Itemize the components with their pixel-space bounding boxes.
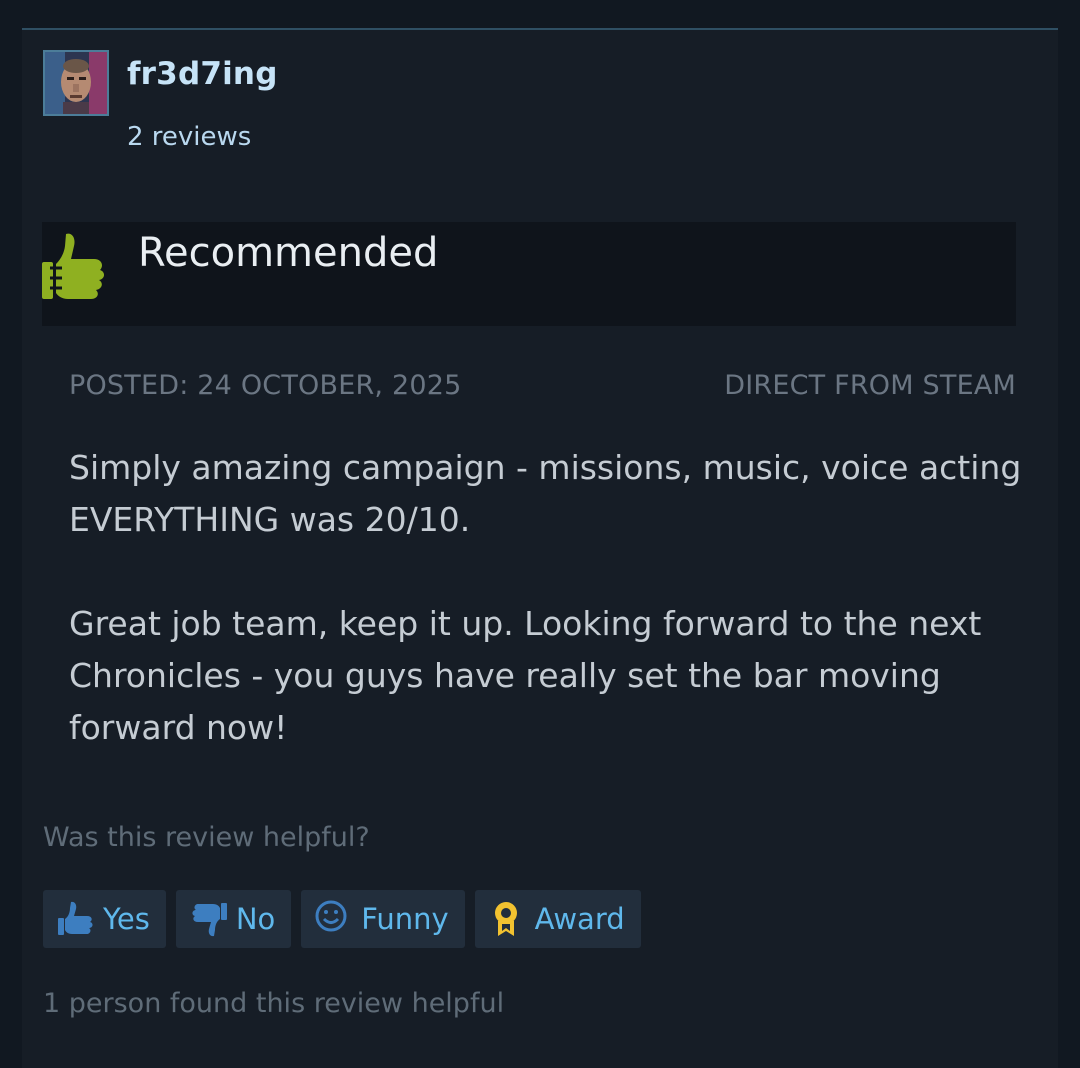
review-source: DIRECT FROM STEAM <box>724 370 1016 401</box>
award-ribbon-icon <box>494 902 517 936</box>
thumbs-up-icon <box>58 901 93 935</box>
yes-button[interactable]: Yes <box>43 890 166 948</box>
no-button[interactable]: No <box>175 890 292 948</box>
author-review-count-link[interactable]: 2 reviews <box>127 122 251 152</box>
vote-button-row: Yes No Funny Award <box>43 890 641 948</box>
profile-avatar-image <box>45 52 107 114</box>
review-card: fr3d7ing 2 reviews Recommended POSTED: 2… <box>22 28 1058 1068</box>
helpful-count-text: 1 person found this review helpful <box>43 988 505 1019</box>
funny-label: Funny <box>361 902 449 936</box>
avatar[interactable] <box>43 50 109 116</box>
no-label: No <box>235 902 276 936</box>
author-name-link[interactable]: fr3d7ing <box>127 56 278 92</box>
thumbs-down-icon <box>192 903 227 937</box>
posted-date: POSTED: 24 OCTOBER, 2025 <box>69 370 462 401</box>
helpful-question: Was this review helpful? <box>43 822 370 853</box>
funny-button[interactable]: Funny <box>301 890 465 948</box>
verdict-label: Recommended <box>138 230 439 276</box>
thumbs-up-icon <box>42 233 105 299</box>
smiley-icon <box>315 900 347 932</box>
verdict-banner: Recommended <box>42 222 1016 326</box>
review-paragraph: Simply amazing campaign - missions, musi… <box>69 448 1022 539</box>
review-body: Simply amazing campaign - missions, musi… <box>69 442 1029 754</box>
review-paragraph: Great job team, keep it up. Looking forw… <box>69 604 982 747</box>
award-button[interactable]: Award <box>474 890 641 948</box>
award-label: Award <box>534 902 625 936</box>
yes-label: Yes <box>103 902 150 936</box>
